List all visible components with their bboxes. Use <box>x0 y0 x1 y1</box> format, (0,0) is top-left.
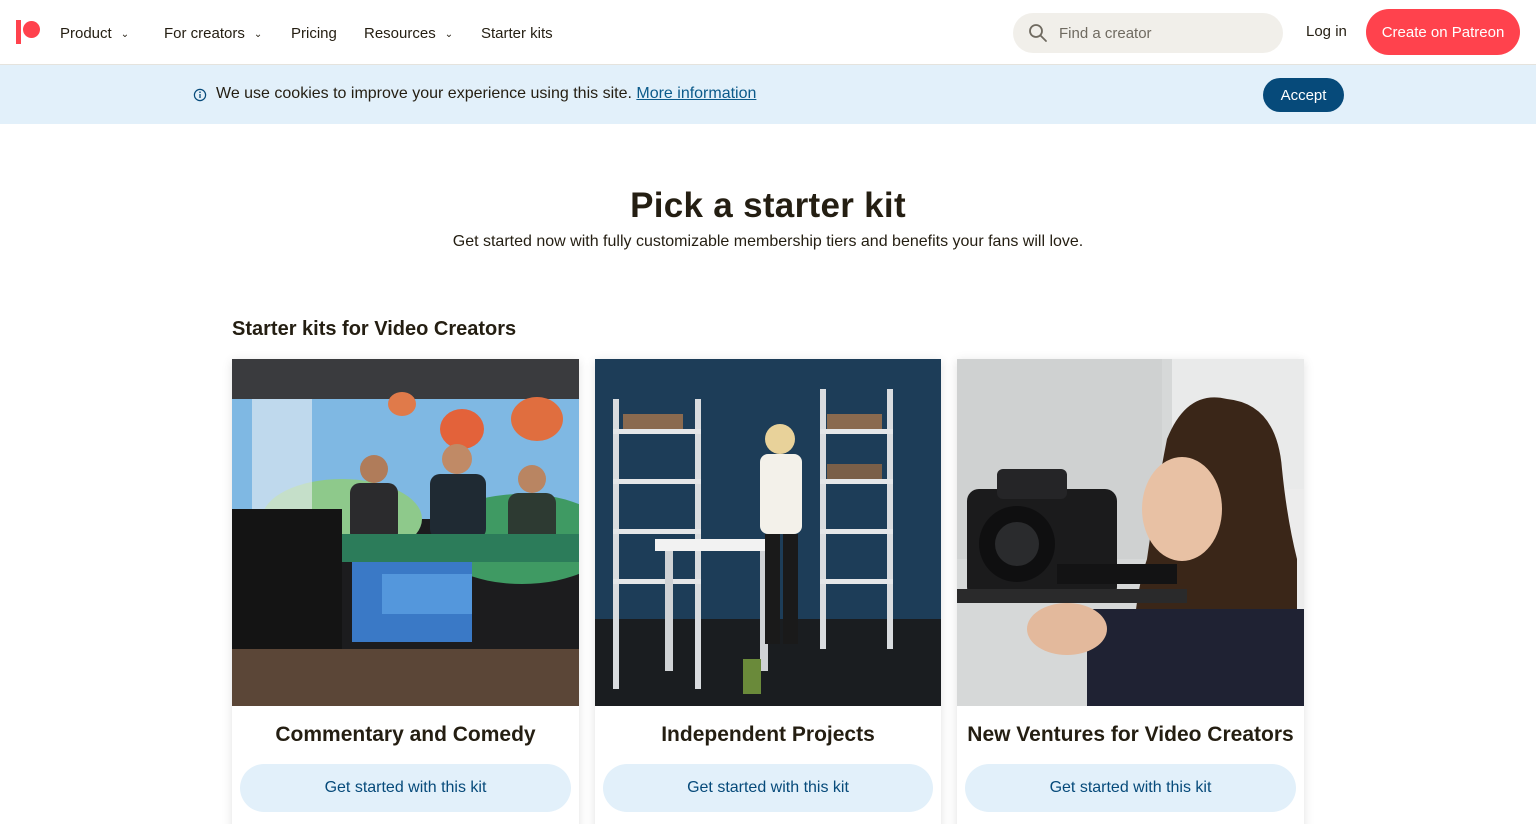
chevron-down-icon: ⌄ <box>253 28 263 40</box>
nav-item-label: Resources <box>364 24 436 42</box>
get-started-button[interactable]: Get started with this kit <box>603 764 933 812</box>
nav-item-label: Pricing <box>291 24 337 42</box>
starter-kit-card-commentary: Commentary and Comedy Get started with t… <box>232 359 579 824</box>
search-bar <box>1013 13 1283 53</box>
nav-item-resources[interactable]: Resources ⌄ <box>364 23 453 43</box>
more-information-link[interactable]: More information <box>636 85 756 102</box>
login-link[interactable]: Log in <box>1306 23 1347 40</box>
create-on-patreon-button[interactable]: Create on Patreon <box>1366 9 1520 55</box>
search-input[interactable] <box>1059 13 1274 53</box>
card-photo-camera-operator <box>957 359 1304 706</box>
nav-item-for-creators[interactable]: For creators ⌄ <box>164 23 262 43</box>
accept-cookies-button[interactable]: Accept <box>1263 78 1344 112</box>
starter-kit-card-independent: Independent Projects Get started with th… <box>595 359 941 824</box>
cookie-text: We use cookies to improve your experienc… <box>216 85 632 102</box>
nav-item-label: Starter kits <box>481 24 553 42</box>
section-title: Starter kits for Video Creators <box>232 318 517 340</box>
page-subtitle: Get started now with fully customizable … <box>452 233 1084 250</box>
patreon-logo-icon[interactable] <box>16 20 42 44</box>
top-navigation: Product ⌄ For creators ⌄ Pricing Resourc… <box>0 0 1536 65</box>
nav-item-starter-kits[interactable]: Starter kits <box>481 23 553 43</box>
page-title: Pick a starter kit <box>630 186 906 225</box>
nav-item-pricing[interactable]: Pricing <box>291 23 337 43</box>
cookie-message: We use cookies to improve your experienc… <box>216 85 756 103</box>
chevron-down-icon: ⌄ <box>120 28 130 40</box>
card-photo-maker-studio <box>595 359 941 706</box>
nav-item-label: Product <box>60 24 112 42</box>
cookie-banner: We use cookies to improve your experienc… <box>0 65 1536 124</box>
nav-item-label: For creators <box>164 24 245 42</box>
starter-kit-card-new-ventures: New Ventures for Video Creators Get star… <box>957 359 1304 824</box>
card-title: Commentary and Comedy <box>275 723 536 746</box>
get-started-button[interactable]: Get started with this kit <box>240 764 571 812</box>
get-started-button[interactable]: Get started with this kit <box>965 764 1296 812</box>
logo-bar <box>16 20 21 44</box>
logo-dot <box>23 21 40 38</box>
chevron-down-icon: ⌄ <box>444 28 454 40</box>
info-icon <box>193 88 207 102</box>
card-title: Independent Projects <box>661 723 875 746</box>
search-icon[interactable] <box>1028 23 1048 43</box>
nav-item-product[interactable]: Product ⌄ <box>60 23 129 43</box>
card-title: New Ventures for Video Creators <box>967 723 1294 746</box>
card-photo-podcast-studio <box>232 359 579 706</box>
